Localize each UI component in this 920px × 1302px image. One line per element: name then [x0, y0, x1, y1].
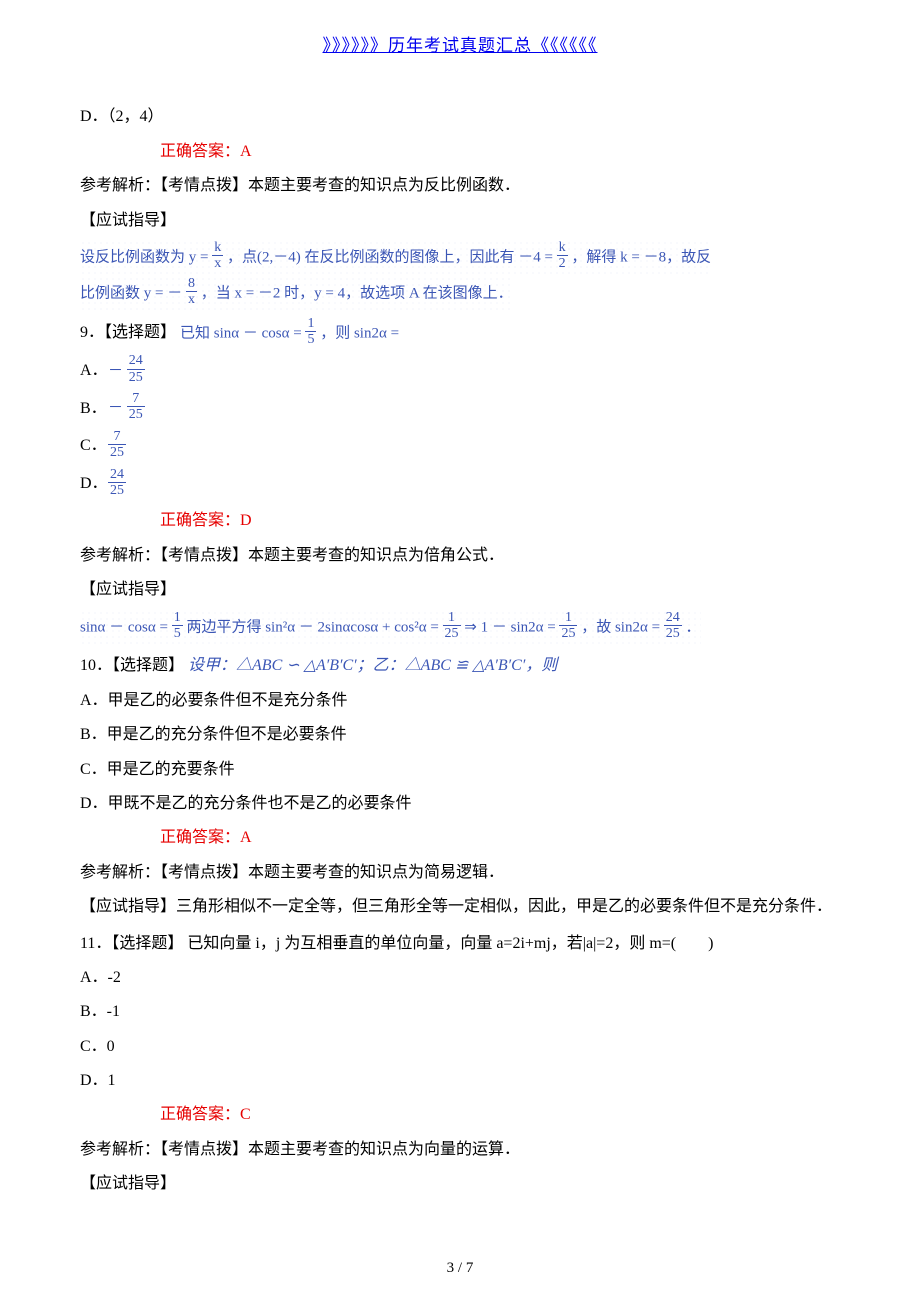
- q10-analysis: 参考解析：【考情点拨】本题主要考查的知识点为简易逻辑．: [80, 858, 840, 888]
- q10-stem-row: 10．【选择题】 设甲：△ABC ∽ △A′B′C′；乙：△ABC ≌ △A′B…: [80, 651, 840, 681]
- q11-option-b: B．-1: [80, 997, 840, 1027]
- banner-link[interactable]: 》》》》》》历年考试真题汇总《《《《《《: [323, 36, 598, 55]
- q9-guide-math: sinα － cosα = 15 两边平方得 sin²α － 2sinαcosα…: [80, 610, 701, 646]
- q9-guide-label: 【应试指导】: [80, 575, 840, 605]
- fraction-k-over-2: k2: [557, 240, 568, 272]
- text: ，当 x = －2 时，y = 4，故选项 A 在该图像上．: [201, 285, 513, 301]
- q9-option-d: D． 2425: [80, 469, 840, 501]
- prev-analysis: 参考解析：【考情点拨】本题主要考查的知识点为反比例函数．: [80, 171, 840, 201]
- text: 比例函数 y = －: [80, 285, 182, 301]
- text: 设反比例函数为 y =: [80, 249, 212, 265]
- option-value: 2425: [108, 476, 126, 492]
- q11-stem-row: 11．【选择题】 已知向量 i，j 为互相垂直的单位向量，向量 a=2i+mj，…: [80, 929, 840, 959]
- fraction: 2425: [108, 467, 126, 499]
- q10-option-d: D．甲既不是乙的充分条件也不是乙的必要条件: [80, 789, 840, 819]
- text: ．: [686, 619, 701, 635]
- text: ，故 sin2α =: [581, 619, 664, 635]
- option-value: 725: [108, 438, 126, 454]
- q9-correct-answer: 正确答案：D: [160, 506, 840, 536]
- fraction: 125: [443, 610, 461, 642]
- q11-option-c: C．0: [80, 1032, 840, 1062]
- q10-label: 10．【选择题】: [80, 651, 184, 681]
- page-number: 3 / 7: [0, 1254, 920, 1283]
- q11-label: 11．【选择题】: [80, 929, 183, 959]
- q10-correct-answer: 正确答案：A: [160, 823, 840, 853]
- prev-option-d: D．（2，4）: [80, 102, 840, 132]
- q11-stem: 已知向量 i，j 为互相垂直的单位向量，向量 a=2i+mj，若|a|=2，则 …: [187, 929, 713, 959]
- q9-stem-row: 9．【选择题】 已知 sinα － cosα = 15 ，则 sin2α =: [80, 318, 840, 350]
- prev-correct-answer: 正确答案：A: [160, 137, 840, 167]
- text: ，解得 k = －8，故反: [571, 249, 711, 265]
- q10-stem: 设甲：△ABC ∽ △A′B′C′；乙：△ABC ≌ △A′B′C′，则: [188, 651, 557, 681]
- sign: －: [108, 400, 123, 416]
- prev-guide-math-line1: 设反比例函数为 y = kx ，点(2,－4) 在反比例函数的图像上，因此有 －…: [80, 240, 711, 276]
- text: ，点(2,－4) 在反比例函数的图像上，因此有 －4 =: [227, 249, 557, 265]
- fraction-k-over-x: kx: [212, 240, 223, 272]
- prev-guide-label: 【应试指导】: [80, 206, 840, 236]
- document-page: 》》》》》》历年考试真题汇总《《《《《《 D．（2，4） 正确答案：A 参考解析…: [0, 0, 920, 1302]
- q11-analysis: 参考解析：【考情点拨】本题主要考查的知识点为向量的运算．: [80, 1135, 840, 1165]
- q9-label: 9．【选择题】: [80, 318, 176, 348]
- q10-option-b: B．甲是乙的充分条件但不是必要条件: [80, 720, 840, 750]
- text: 已知 sinα － cosα =: [180, 325, 305, 341]
- q11-option-a: A．-2: [80, 963, 840, 993]
- option-label: C．: [80, 431, 104, 461]
- q10-option-a: A．甲是乙的必要条件但不是充分条件: [80, 686, 840, 716]
- text: ，则 sin2α =: [320, 325, 399, 341]
- prev-guide-math-line2: 比例函数 y = － 8x ，当 x = －2 时，y = 4，故选项 A 在该…: [80, 276, 513, 312]
- fraction: 725: [127, 391, 145, 423]
- fraction: 15: [172, 610, 183, 642]
- text: 两边平方得 sin²α － 2sinαcosα + cos²α =: [186, 619, 442, 635]
- text: ⇒ 1 － sin2α =: [464, 619, 559, 635]
- option-label: D．: [80, 469, 104, 499]
- option-label: A．: [80, 356, 104, 386]
- q9-option-a: A． － 2425: [80, 355, 840, 387]
- option-value: － 2425: [108, 363, 145, 379]
- sign: －: [108, 363, 123, 379]
- q11-correct-answer: 正确答案：C: [160, 1100, 840, 1130]
- fraction-8-over-x: 8x: [186, 276, 197, 308]
- fraction: 2425: [664, 610, 682, 642]
- fraction: 125: [559, 610, 577, 642]
- q10-option-c: C．甲是乙的充要条件: [80, 755, 840, 785]
- option-value: － 725: [108, 400, 145, 416]
- q11-option-d: D．1: [80, 1066, 840, 1096]
- q10-guide: 【应试指导】三角形相似不一定全等，但三角形全等一定相似，因此，甲是乙的必要条件但…: [80, 892, 840, 922]
- header-banner: 》》》》》》历年考试真题汇总《《《《《《: [80, 30, 840, 62]
- text: sinα － cosα =: [80, 619, 172, 635]
- fraction: 2425: [127, 353, 145, 385]
- q9-option-b: B． － 725: [80, 393, 840, 425]
- q9-analysis: 参考解析：【考情点拨】本题主要考查的知识点为倍角公式．: [80, 541, 840, 571]
- option-label: B．: [80, 394, 104, 424]
- q11-guide-label: 【应试指导】: [80, 1169, 840, 1199]
- q9-stem: 已知 sinα － cosα = 15 ，则 sin2α =: [180, 318, 399, 350]
- fraction-1-over-5: 15: [305, 316, 316, 348]
- fraction: 725: [108, 429, 126, 461]
- q9-option-c: C． 725: [80, 431, 840, 463]
